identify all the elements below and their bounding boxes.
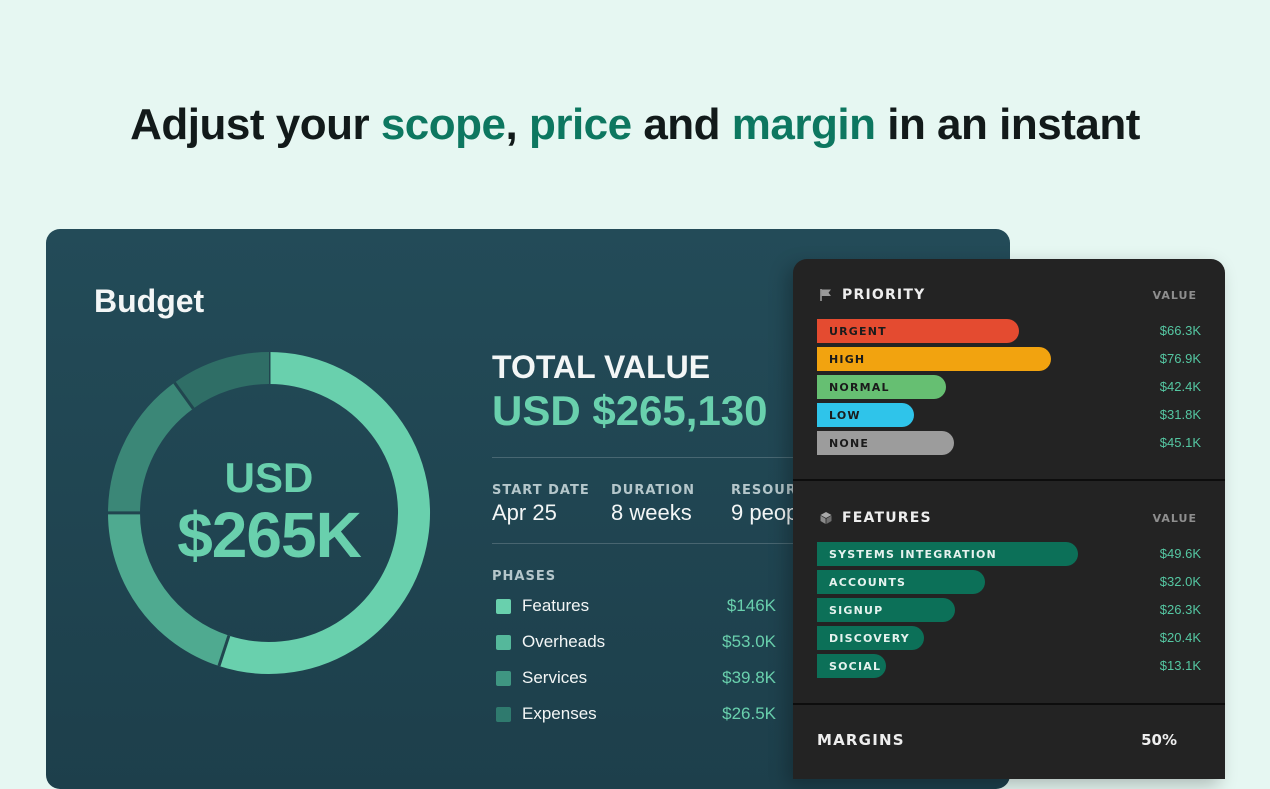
section-divider: [793, 479, 1225, 481]
feature-bar[interactable]: SIGNUP: [817, 598, 955, 622]
feature-row-discovery[interactable]: DISCOVERY $20.4K: [817, 626, 1177, 650]
priority-value: $76.9K: [1160, 351, 1201, 366]
donut-center-label: USD $265K: [104, 348, 434, 678]
features-header: FEATURES VALUE: [819, 508, 1199, 528]
phases-title: PHASES: [492, 569, 556, 584]
divider: [492, 457, 812, 458]
feature-row-signup[interactable]: SIGNUP $26.3K: [817, 598, 1177, 622]
priority-bar[interactable]: NORMAL: [817, 375, 946, 399]
features-title: FEATURES: [842, 510, 1153, 526]
stat-value: 8 weeks: [611, 500, 695, 526]
phase-name: Overheads: [522, 632, 722, 652]
feature-row-social[interactable]: SOCIAL $13.1K: [817, 654, 1177, 678]
priority-value: $66.3K: [1160, 323, 1201, 338]
feature-bar[interactable]: DISCOVERY: [817, 626, 924, 650]
priority-row-low[interactable]: LOW $31.8K: [817, 403, 1177, 427]
phase-value: $146K: [727, 596, 776, 616]
phase-value: $39.8K: [722, 668, 776, 688]
priority-bar[interactable]: NONE: [817, 431, 954, 455]
phase-row-overheads[interactable]: Overheads $53.0K: [496, 630, 776, 654]
feature-label: SYSTEMS INTEGRATION: [829, 548, 997, 561]
headline-scope: scope: [381, 100, 506, 149]
headline-tail: in an instant: [876, 100, 1140, 149]
margins-value: 50%: [1141, 731, 1177, 749]
phase-swatch: [496, 599, 511, 614]
priority-value: $31.8K: [1160, 407, 1201, 422]
breakdown-panel: PRIORITY VALUE URGENT $66.3K HIGH $76.9K…: [793, 259, 1225, 779]
phase-name: Expenses: [522, 704, 722, 724]
total-value-label: TOTAL VALUE: [492, 349, 710, 386]
priority-row-urgent[interactable]: URGENT $66.3K: [817, 319, 1177, 343]
headline: Adjust your scope, price and margin in a…: [0, 100, 1270, 150]
flag-icon: [819, 288, 833, 302]
headline-sep2: and: [632, 100, 732, 149]
phase-row-features[interactable]: Features $146K: [496, 594, 776, 618]
priority-label: URGENT: [829, 325, 887, 338]
phase-name: Services: [522, 668, 722, 688]
cube-icon: [819, 511, 833, 525]
stat-duration: DURATION 8 weeks: [611, 483, 695, 526]
divider: [492, 543, 812, 544]
priority-row-normal[interactable]: NORMAL $42.4K: [817, 375, 1177, 399]
total-value-amount: USD $265,130: [492, 387, 768, 435]
phase-value: $26.5K: [722, 704, 776, 724]
feature-bar[interactable]: SOCIAL: [817, 654, 886, 678]
feature-bar[interactable]: SYSTEMS INTEGRATION: [817, 542, 1078, 566]
feature-label: ACCOUNTS: [829, 576, 906, 589]
section-divider: [793, 703, 1225, 705]
priority-value: $45.1K: [1160, 435, 1201, 450]
phase-swatch: [496, 707, 511, 722]
priority-bar[interactable]: HIGH: [817, 347, 1051, 371]
phase-row-expenses[interactable]: Expenses $26.5K: [496, 702, 776, 726]
feature-bar[interactable]: ACCOUNTS: [817, 570, 985, 594]
priority-header: PRIORITY VALUE: [819, 285, 1199, 305]
phase-name: Features: [522, 596, 727, 616]
headline-sep1: ,: [505, 100, 528, 149]
phase-value: $53.0K: [722, 632, 776, 652]
feature-row-systems-integration[interactable]: SYSTEMS INTEGRATION $49.6K: [817, 542, 1177, 566]
priority-bar[interactable]: URGENT: [817, 319, 1019, 343]
feature-value: $26.3K: [1160, 602, 1201, 617]
feature-label: SIGNUP: [829, 604, 883, 617]
features-value-column: VALUE: [1153, 512, 1197, 525]
priority-value: $42.4K: [1160, 379, 1201, 394]
priority-label: NORMAL: [829, 381, 890, 394]
donut-currency: USD: [225, 456, 314, 500]
priority-label: HIGH: [829, 353, 865, 366]
feature-value: $49.6K: [1160, 546, 1201, 561]
priority-bar[interactable]: LOW: [817, 403, 914, 427]
phase-swatch: [496, 671, 511, 686]
donut-amount: $265K: [177, 500, 361, 570]
priority-title: PRIORITY: [842, 287, 1153, 303]
margins-row[interactable]: MARGINS 50%: [817, 729, 1177, 751]
priority-value-column: VALUE: [1153, 289, 1197, 302]
priority-label: NONE: [829, 437, 869, 450]
feature-value: $13.1K: [1160, 658, 1201, 673]
headline-margin: margin: [732, 100, 876, 149]
priority-row-high[interactable]: HIGH $76.9K: [817, 347, 1177, 371]
stat-value: Apr 25: [492, 500, 590, 526]
feature-label: SOCIAL: [829, 660, 881, 673]
stat-label: START DATE: [492, 483, 590, 498]
feature-value: $20.4K: [1160, 630, 1201, 645]
feature-label: DISCOVERY: [829, 632, 910, 645]
margins-label: MARGINS: [817, 731, 905, 749]
headline-price: price: [529, 100, 632, 149]
feature-row-accounts[interactable]: ACCOUNTS $32.0K: [817, 570, 1177, 594]
headline-text: Adjust your: [130, 100, 381, 149]
priority-label: LOW: [829, 409, 861, 422]
feature-value: $32.0K: [1160, 574, 1201, 589]
phase-swatch: [496, 635, 511, 650]
stat-start-date: START DATE Apr 25: [492, 483, 590, 526]
phase-row-services[interactable]: Services $39.8K: [496, 666, 776, 690]
priority-row-none[interactable]: NONE $45.1K: [817, 431, 1177, 455]
budget-title: Budget: [94, 283, 204, 320]
stat-label: DURATION: [611, 483, 695, 498]
